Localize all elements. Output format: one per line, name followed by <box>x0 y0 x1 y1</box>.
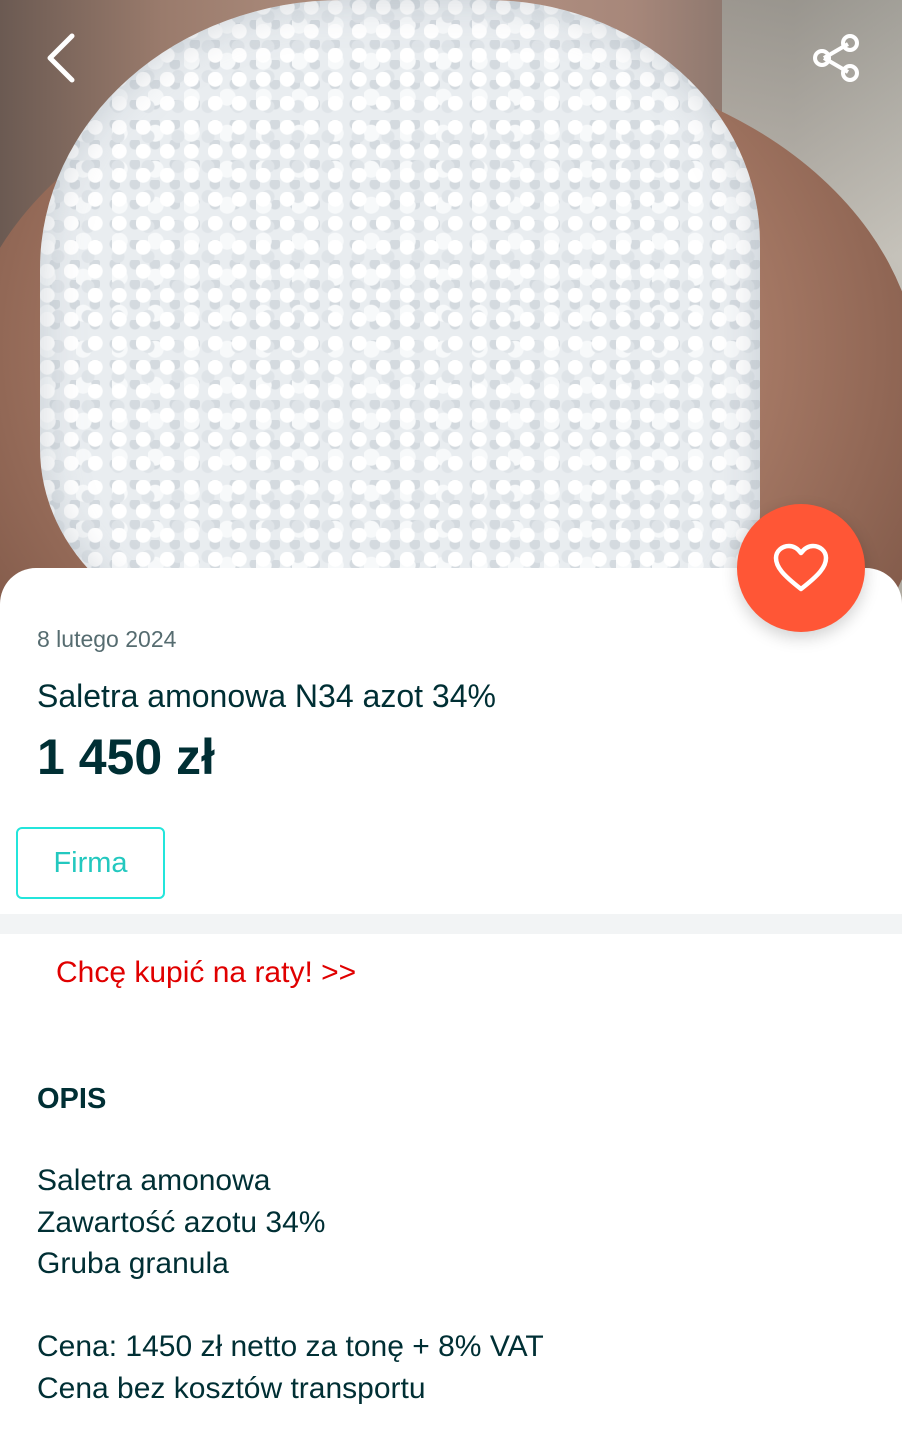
back-button[interactable] <box>30 26 94 90</box>
installments-link[interactable]: Chcę kupić na raty! >> <box>56 956 356 990</box>
listing-price: 1 450 zł <box>37 729 215 785</box>
favorite-button[interactable] <box>737 504 865 632</box>
description-heading: OPIS <box>37 1083 107 1115</box>
description-line: Gruba granula <box>37 1247 229 1280</box>
section-divider <box>0 914 902 934</box>
seller-type-badge: Firma <box>16 827 165 899</box>
description-line: Cena bez kosztów transportu <box>37 1371 426 1405</box>
listing-date: 8 lutego 2024 <box>37 626 177 652</box>
photo-granules <box>40 0 760 640</box>
share-icon <box>813 34 859 82</box>
description-text: Saletra amonowa Zawartość azotu 34% Grub… <box>37 1160 857 1409</box>
heart-outline-icon <box>773 543 829 592</box>
listing-screen: 8 lutego 2024 Saletra amonowa N34 azot 3… <box>0 0 902 1440</box>
description-line <box>37 1285 857 1327</box>
description-line: Zawartość azotu 34% <box>37 1205 326 1239</box>
description-line: Saletra amonowa <box>37 1164 271 1197</box>
chevron-left-icon <box>47 33 75 83</box>
description-line: Cena: 1450 zł netto za tonę + 8% VAT <box>37 1330 544 1363</box>
share-button[interactable] <box>804 26 868 90</box>
listing-title: Saletra amonowa N34 azot 34% <box>37 678 496 714</box>
